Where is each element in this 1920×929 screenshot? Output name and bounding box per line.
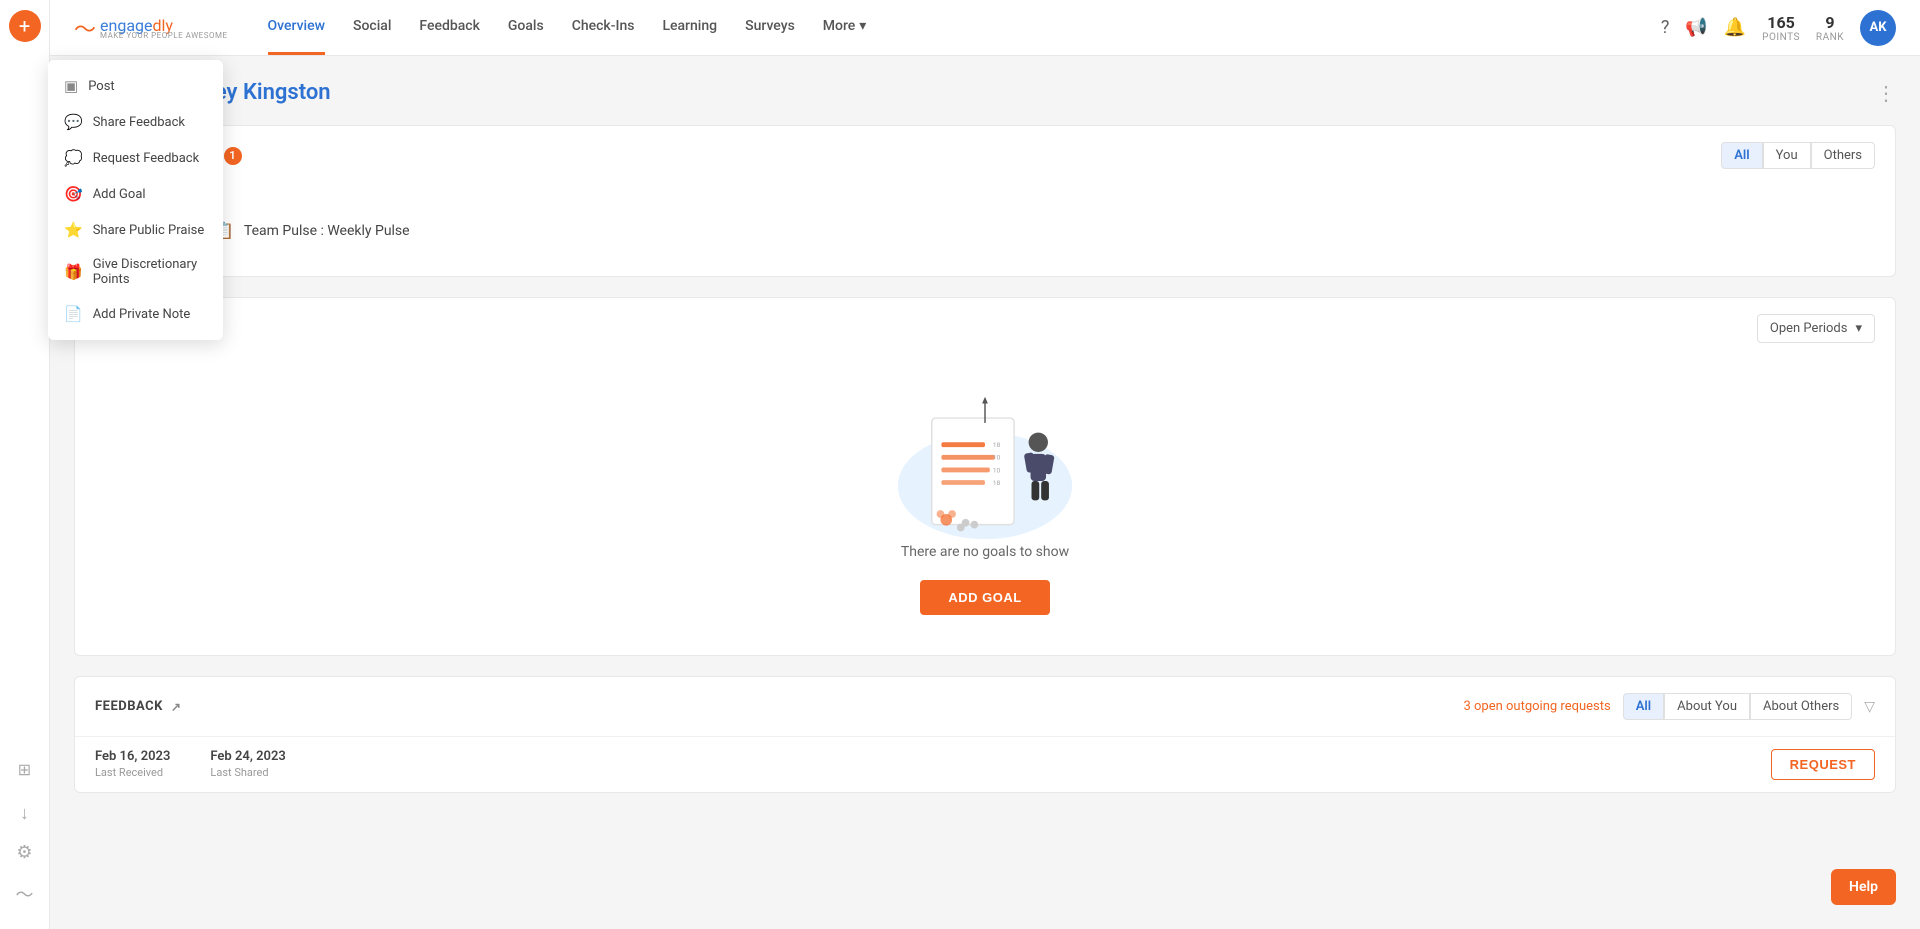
praise-icon: ⭐ xyxy=(64,221,83,239)
megaphone-icon[interactable]: 📢 xyxy=(1685,17,1707,38)
help-button[interactable]: Help xyxy=(1831,869,1896,905)
points-block[interactable]: 165 POINTS xyxy=(1762,13,1800,43)
feedback-actions: REQUEST xyxy=(1771,749,1875,780)
add-button[interactable]: + xyxy=(9,10,41,42)
quick-add-dropdown: ▣ Post 💬 Share Feedback 💭 Request Feedba… xyxy=(48,60,223,340)
header-right: ? 📢 🔔 165 POINTS 9 RANK AK xyxy=(1661,10,1896,46)
goals-illustration: 18 10 10 18 xyxy=(875,389,1095,544)
nav-overview[interactable]: Overview xyxy=(268,0,325,55)
nav-social[interactable]: Social xyxy=(353,0,391,55)
svg-text:18: 18 xyxy=(993,441,1001,449)
pending-actions-header: PENDING ACTIONS 1 All You Others xyxy=(75,126,1895,185)
dropdown-post[interactable]: ▣ Post xyxy=(48,68,223,104)
action-item[interactable]: 📋 Team Pulse : Weekly Pulse xyxy=(195,209,1875,252)
chevron-down-icon: ▾ xyxy=(1855,321,1862,336)
avatar[interactable]: AK xyxy=(1860,10,1896,46)
grid-icon[interactable]: ⊞ xyxy=(9,753,41,785)
filter-tab-all[interactable]: All xyxy=(1721,142,1762,169)
pending-filter-tabs: All You Others xyxy=(1721,142,1875,169)
page-header: Welcome Ashley Kingston ⋮ xyxy=(74,80,1896,105)
goals-empty-state: 18 10 10 18 xyxy=(75,359,1895,655)
dropdown-share-feedback[interactable]: 💬 Share Feedback xyxy=(48,104,223,140)
settings-icon[interactable]: ⚙ xyxy=(16,842,32,863)
top-nav: Overview Social Feedback Goals Check-Ins… xyxy=(268,0,1661,55)
dropdown-request-feedback[interactable]: 💭 Request Feedback xyxy=(48,140,223,176)
request-button[interactable]: REQUEST xyxy=(1771,749,1875,780)
page-more-icon[interactable]: ⋮ xyxy=(1876,81,1896,105)
svg-text:18: 18 xyxy=(993,479,1001,487)
feedback-filter-tabs: All About You About Others xyxy=(1623,693,1852,720)
filter-tab-you[interactable]: You xyxy=(1763,142,1811,169)
filter-icon[interactable]: ▽ xyxy=(1864,699,1875,715)
add-goal-icon: 🎯 xyxy=(64,185,83,203)
goals-empty-text: There are no goals to show xyxy=(901,544,1069,560)
period-dropdown[interactable]: Open Periods ▾ xyxy=(1757,314,1875,343)
nav-more[interactable]: More ▾ xyxy=(823,0,867,55)
rank-block[interactable]: 9 RANK xyxy=(1816,13,1844,43)
dropdown-private-note[interactable]: 📄 Add Private Note xyxy=(48,296,223,332)
svg-text:10: 10 xyxy=(993,454,1001,462)
feedback-filter-all[interactable]: All xyxy=(1623,693,1664,720)
feedback-external-icon: ↗ xyxy=(171,700,182,714)
last-shared-block: Feb 24, 2023 Last Shared xyxy=(210,749,285,780)
points-icon: 🎁 xyxy=(64,263,83,281)
nav-surveys[interactable]: Surveys xyxy=(745,0,795,55)
goals-card: GOALS ↗ Open Periods ▾ xyxy=(74,297,1896,656)
pending-badge: 1 xyxy=(224,147,242,165)
goals-header: GOALS ↗ Open Periods ▾ xyxy=(75,298,1895,359)
nav-feedback[interactable]: Feedback xyxy=(419,0,479,55)
request-feedback-icon: 💭 xyxy=(64,149,83,167)
post-icon: ▣ xyxy=(64,77,78,95)
dropdown-share-praise[interactable]: ⭐ Share Public Praise xyxy=(48,212,223,248)
svg-text:10: 10 xyxy=(993,466,1001,474)
feedback-header: FEEDBACK ↗ 3 open outgoing requests All … xyxy=(75,677,1895,736)
dropdown-add-goal[interactable]: 🎯 Add Goal xyxy=(48,176,223,212)
filter-tab-others[interactable]: Others xyxy=(1811,142,1875,169)
add-goal-button[interactable]: ADD GOAL xyxy=(920,580,1049,615)
main-content: 〜 engagedly MAKE YOUR PEOPLE AWESOME Ove… xyxy=(50,0,1920,929)
feedback-filter-about-you[interactable]: About You xyxy=(1664,693,1750,720)
feedback-filter-about-others[interactable]: About Others xyxy=(1750,693,1852,720)
notifications-icon[interactable]: 🔔 xyxy=(1724,17,1746,38)
plus-icon: + xyxy=(19,16,30,36)
nav-learning[interactable]: Learning xyxy=(662,0,717,55)
analytics-icon[interactable]: 〜 xyxy=(16,881,34,907)
help-icon[interactable]: ? xyxy=(1661,17,1670,38)
logo: 〜 engagedly MAKE YOUR PEOPLE AWESOME xyxy=(74,12,228,44)
feedback-meta: Feb 16, 2023 Last Received Feb 24, 2023 … xyxy=(75,736,1895,792)
top-header: 〜 engagedly MAKE YOUR PEOPLE AWESOME Ove… xyxy=(50,0,1920,56)
last-received-block: Feb 16, 2023 Last Received xyxy=(95,749,170,780)
left-sidebar: + ▣ Post 💬 Share Feedback 💭 Request Feed… xyxy=(0,0,50,929)
share-feedback-icon: 💬 xyxy=(64,113,83,131)
pending-body: Due 📅 28 Feb 2023 📋 Team Pulse : Weekly … xyxy=(75,185,1895,276)
outgoing-requests-link[interactable]: 3 open outgoing requests xyxy=(1463,699,1610,714)
note-icon: 📄 xyxy=(64,305,83,323)
feedback-title: FEEDBACK ↗ xyxy=(95,699,181,714)
feedback-card: FEEDBACK ↗ 3 open outgoing requests All … xyxy=(74,676,1896,793)
download-icon[interactable]: ↓ xyxy=(20,803,29,824)
pending-row: Due 📅 28 Feb 2023 📋 Team Pulse : Weekly … xyxy=(95,201,1875,260)
logo-wave-icon: 〜 xyxy=(74,12,96,44)
page-content: Welcome Ashley Kingston ⋮ PENDING ACTION… xyxy=(50,56,1920,929)
dropdown-discretionary-points[interactable]: 🎁 Give Discretionary Points xyxy=(48,248,223,296)
feedback-header-right: 3 open outgoing requests All About You A… xyxy=(1463,693,1875,720)
nav-goals[interactable]: Goals xyxy=(508,0,544,55)
pending-actions-card: PENDING ACTIONS 1 All You Others Due 📅 2… xyxy=(74,125,1896,277)
nav-checkins[interactable]: Check-Ins xyxy=(572,0,635,55)
chevron-down-icon: ▾ xyxy=(859,18,866,34)
